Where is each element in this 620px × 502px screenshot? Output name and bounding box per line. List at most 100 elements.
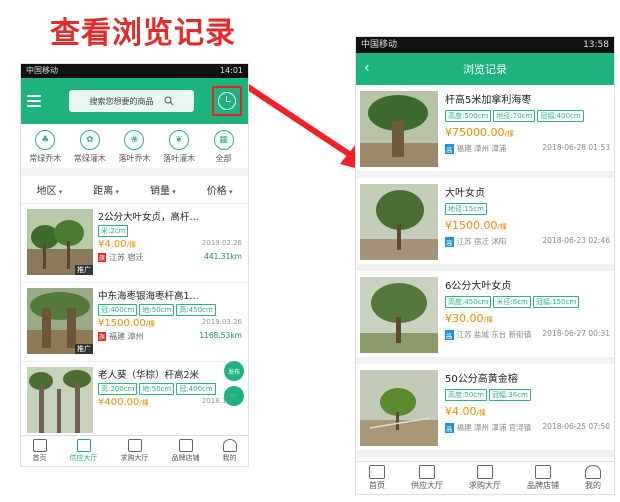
spec-tag: 高:450cm xyxy=(176,304,216,316)
spec-tag: 地径:70cm xyxy=(493,110,536,122)
app-header: 搜索您想要的商品 xyxy=(21,78,248,124)
grid-icon: ▦ xyxy=(213,130,234,150)
spec-tag: 冠幅:400cm xyxy=(537,110,584,122)
deciduous-tree-icon: ❀ xyxy=(124,130,145,150)
tab-mine[interactable]: 我的 xyxy=(222,439,237,463)
location: 江苏 宿迁 xyxy=(109,253,144,262)
price: ¥1500.00 xyxy=(445,219,498,232)
right-phone-screen: 中国移动 13:58 ‹ 浏览记录 杆高5米加拿利海枣 高度:500cm 地径:… xyxy=(355,36,615,495)
distance: 441.31km xyxy=(204,252,242,261)
spec-tag: 冠幅:150cm xyxy=(532,296,580,308)
location: 江苏 盐城 东台 新街镇 xyxy=(456,330,532,339)
spec-tag: 高度:500cm xyxy=(445,110,492,122)
user-icon xyxy=(222,439,237,452)
status-bar: 中国移动 13:58 xyxy=(356,37,614,53)
cart-icon[interactable]: 🛒 xyxy=(224,386,244,406)
list-item[interactable]: 老人葵（华棕）杆高2米 高:200cm 地:50cm 冠:400cm ¥400.… xyxy=(21,362,248,441)
spec-tag: 高度:50cm xyxy=(445,389,487,401)
back-arrow-icon[interactable]: ‹ xyxy=(364,60,370,76)
search-icon xyxy=(164,96,173,106)
level-badge-icon: 高 xyxy=(445,329,454,340)
level-badge-icon: 高 xyxy=(445,236,454,247)
user-icon xyxy=(585,465,601,479)
filter-bar: 地区 距离 销量 价格 xyxy=(21,176,248,204)
spec-tag: 米:2cm xyxy=(98,225,129,237)
price: ¥4.00 xyxy=(445,405,477,418)
flag-icon: 旗 xyxy=(98,332,107,341)
filter-distance[interactable]: 距离 xyxy=(93,182,119,197)
location: 福建 漳州 xyxy=(109,332,144,341)
product-image xyxy=(360,91,438,167)
view-date: 2018-06-23 02:46 xyxy=(542,236,610,245)
filter-sales[interactable]: 销量 xyxy=(150,182,176,197)
product-title: 老人葵（华棕）杆高2米 xyxy=(98,370,200,381)
tab-supply[interactable]: 供应大厅 xyxy=(70,439,98,463)
tab-brand-store[interactable]: 品牌店铺 xyxy=(172,439,200,463)
product-title: 2公分大叶女贞，高杆... xyxy=(98,212,199,223)
tab-purchase[interactable]: 求购大厅 xyxy=(121,439,149,463)
level-badge-icon: 高 xyxy=(445,422,454,433)
price: ¥75000.00 xyxy=(445,126,505,139)
tab-brand-store[interactable]: 品牌店铺 xyxy=(527,465,559,491)
history-item[interactable]: 大叶女贞 地径:15cm ¥1500.00/棵 高江苏 宿迁 沭阳 2018-06… xyxy=(356,178,614,271)
location: 福建 漳州 漳浦 官浔镇 xyxy=(456,423,532,432)
tab-mine[interactable]: 我的 xyxy=(585,465,601,491)
history-item[interactable]: 6公分大叶女贞 高度:450cm 米径:6cm 冠幅:150cm ¥30.00/… xyxy=(356,271,614,364)
tab-home[interactable]: 首页 xyxy=(369,465,385,491)
history-item[interactable]: 杆高5米加拿利海枣 高度:500cm 地径:70cm 冠幅:400cm ¥750… xyxy=(356,85,614,178)
price: ¥4.00 xyxy=(98,239,127,250)
filter-price[interactable]: 价格 xyxy=(207,182,233,197)
app-header: ‹ 浏览记录 xyxy=(356,53,614,85)
flag-icon: 旗 xyxy=(98,253,107,262)
tab-supply[interactable]: 供应大厅 xyxy=(411,465,443,491)
bottom-tab-bar: 首页 供应大厅 求购大厅 品牌店铺 我的 xyxy=(21,435,248,466)
category-all[interactable]: ▦ 全部 xyxy=(203,130,245,164)
spec-tag: 冠:400cm xyxy=(98,304,138,316)
product-title: 杆高5米加拿利海枣 xyxy=(445,95,532,106)
product-title: 中东海枣银海枣杆高1... xyxy=(98,291,199,302)
view-date: 2018-06-25 07:50 xyxy=(542,422,610,431)
category-evergreen-tree[interactable]: ♣ 常绿乔木 xyxy=(24,130,66,164)
location: 江苏 宿迁 沭阳 xyxy=(456,237,507,246)
view-date: 2018-06-27 00:31 xyxy=(542,329,610,338)
product-title: 50公分高黄金榕 xyxy=(445,374,518,385)
publish-button[interactable]: 发布 xyxy=(224,361,244,381)
history-item[interactable]: 50公分高黄金榕 高度:50cm 冠幅:36cm ¥4.00/棵 高福建 漳州 … xyxy=(356,364,614,457)
category-deciduous-shrub[interactable]: ❦ 落叶灌木 xyxy=(158,130,200,164)
supply-icon xyxy=(76,439,91,452)
spec-tag: 米径:6cm xyxy=(493,296,531,308)
spec-tag: 地径:15cm xyxy=(445,203,487,215)
product-image xyxy=(360,277,438,353)
product-image xyxy=(27,367,93,433)
spec-tag: 地:50cm xyxy=(139,304,175,316)
tab-home[interactable]: 首页 xyxy=(32,439,47,463)
store-icon xyxy=(535,465,551,479)
deciduous-shrub-icon: ❦ xyxy=(169,130,190,150)
list-item[interactable]: 推广 2公分大叶女贞，高杆... 米:2cm ¥4.00/棵 2019.02.26… xyxy=(21,204,248,283)
product-image xyxy=(360,184,438,260)
view-date: 2018-06-28 01:53 xyxy=(542,143,610,152)
product-image: 推广 xyxy=(27,288,93,354)
purchase-icon xyxy=(127,439,142,452)
category-evergreen-shrub[interactable]: ✿ 常绿灌木 xyxy=(69,130,111,164)
product-title: 大叶女贞 xyxy=(445,188,485,199)
category-row: ♣ 常绿乔木 ✿ 常绿灌木 ❀ 落叶乔木 ❦ 落叶灌木 ▦ 全部 xyxy=(21,124,248,168)
distance: 1168.53km xyxy=(199,331,242,340)
filter-region[interactable]: 地区 xyxy=(37,182,63,197)
purchase-icon xyxy=(477,465,493,479)
left-phone-screen: 中国移动 14:01 搜索您想要的商品 ♣ 常绿乔木 ✿ 常绿灌木 ❀ 落叶乔木 ❦ 落… xyxy=(20,63,249,467)
search-input[interactable]: 搜索您想要的商品 xyxy=(69,90,194,112)
list-item[interactable]: 推广 中东海枣银海枣杆高1... 冠:400cm 地:50cm 高:450cm … xyxy=(21,283,248,362)
location: 福建 漳州 漳浦 xyxy=(456,144,507,153)
category-deciduous-tree[interactable]: ❀ 落叶乔木 xyxy=(113,130,155,164)
history-button[interactable] xyxy=(212,86,242,116)
supply-icon xyxy=(419,465,435,479)
clock-icon xyxy=(218,92,236,110)
price: ¥30.00 xyxy=(445,312,484,325)
tab-purchase[interactable]: 求购大厅 xyxy=(469,465,501,491)
menu-icon[interactable] xyxy=(27,95,41,107)
evergreen-shrub-icon: ✿ xyxy=(79,130,100,150)
page-heading: 查看浏览记录 xyxy=(50,16,236,51)
bottom-tab-bar: 首页 供应大厅 求购大厅 品牌店铺 我的 xyxy=(356,461,614,494)
evergreen-tree-icon: ♣ xyxy=(35,130,56,150)
